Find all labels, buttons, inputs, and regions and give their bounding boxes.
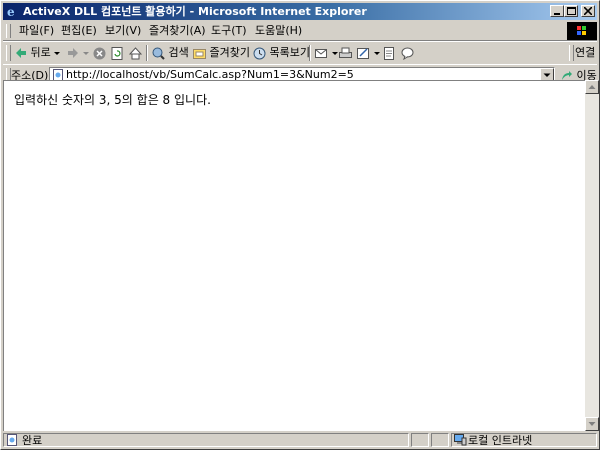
links-button[interactable]: 연결 — [575, 44, 595, 62]
maximize-button[interactable] — [564, 5, 578, 17]
links-grip — [569, 45, 574, 61]
history-label: 목록보기 — [269, 46, 310, 59]
forward-arrow-icon — [68, 48, 78, 58]
menu-bar: 파일(F) 편집(E) 보기(V) 즐겨찾기(A) 도구(T) 도움말(H) — [3, 22, 597, 41]
discuss-button[interactable] — [383, 44, 396, 62]
menu-tools[interactable]: 도구(T) — [209, 22, 249, 40]
menu-grip — [6, 24, 11, 38]
page-content: 입력하신 숫자의 3, 5의 합은 8 입니다. — [3, 80, 585, 431]
status-text: 완료 — [22, 434, 43, 447]
mail-button[interactable] — [315, 44, 338, 62]
ie-logo-icon: e — [7, 5, 15, 18]
back-arrow-icon — [16, 48, 26, 58]
browser-window: e ActiveX DLL 컴포넌트 활용하기 - Microsoft Inte… — [0, 0, 600, 450]
window-title: ActiveX DLL 컴포넌트 활용하기 - Microsoft Intern… — [23, 5, 367, 18]
favorites-label: 즐겨찾기 — [209, 46, 250, 59]
vertical-scrollbar[interactable] — [585, 80, 599, 431]
toolbar-separator — [146, 45, 148, 61]
maximize-icon — [567, 7, 576, 15]
search-button[interactable]: 검색 — [152, 44, 189, 62]
chevron-down-icon — [54, 52, 61, 55]
intranet-zone-icon — [454, 434, 467, 446]
windows-flag-icon — [577, 26, 586, 35]
discuss-icon — [384, 46, 394, 60]
favorites-button[interactable]: 즐겨찾기 — [193, 44, 250, 62]
back-button[interactable]: 뒤로 — [15, 44, 61, 62]
scroll-up-button[interactable] — [585, 80, 599, 94]
refresh-button[interactable] — [111, 44, 124, 62]
result-message: 입력하신 숫자의 3, 5의 합은 8 입니다. — [14, 93, 211, 107]
security-pane — [431, 433, 449, 447]
menu-view[interactable]: 보기(V) — [103, 22, 143, 40]
search-label: 검색 — [168, 46, 189, 59]
chevron-up-icon — [588, 85, 596, 89]
done-page-icon — [7, 434, 17, 446]
stop-button[interactable] — [93, 44, 106, 62]
windows-logo-throbber — [567, 22, 597, 40]
chevron-down-icon — [82, 52, 89, 55]
edit-icon — [357, 47, 369, 59]
menu-help[interactable]: 도움말(H) — [253, 22, 304, 40]
chevron-down-icon — [331, 52, 338, 55]
chevron-down-icon — [373, 52, 380, 55]
stop-icon — [93, 47, 106, 59]
scroll-down-button[interactable] — [585, 417, 599, 431]
printer-icon — [339, 47, 352, 58]
history-button[interactable]: 목록보기 — [253, 44, 310, 62]
mail-icon — [315, 48, 327, 58]
forward-button[interactable] — [67, 44, 89, 62]
standard-toolbar: 뒤로 검색 즐겨찾기 목록보기 연결 — [3, 41, 597, 65]
home-button[interactable] — [128, 44, 143, 62]
messenger-button[interactable] — [401, 44, 414, 62]
home-icon — [128, 46, 143, 59]
edit-button[interactable] — [357, 44, 380, 62]
search-globe-icon — [152, 47, 165, 60]
status-bar: 완료 로컬 인트라넷 — [3, 432, 597, 449]
toolbar-grip — [6, 45, 11, 61]
close-icon — [584, 7, 592, 15]
svg-text:e: e — [7, 5, 15, 18]
minimize-icon — [554, 13, 560, 15]
security-zone-text: 로컬 인트라넷 — [468, 434, 533, 447]
back-label: 뒤로 — [30, 46, 51, 59]
print-button[interactable] — [339, 44, 352, 62]
progress-pane — [411, 433, 429, 447]
menu-favorites[interactable]: 즐겨찾기(A) — [147, 22, 208, 40]
menu-file[interactable]: 파일(F) — [17, 22, 56, 40]
menu-edit[interactable]: 편집(E) — [59, 22, 99, 40]
toolbar-separator — [309, 45, 311, 61]
favorites-folder-icon — [193, 48, 206, 59]
chevron-down-icon — [588, 422, 596, 426]
zone-pane: 로컬 인트라넷 — [451, 433, 597, 447]
history-icon — [253, 47, 266, 59]
close-button[interactable] — [581, 5, 595, 17]
minimize-button[interactable] — [550, 5, 564, 17]
refresh-icon — [111, 46, 123, 60]
speech-bubble-icon — [401, 47, 414, 60]
title-bar: e ActiveX DLL 컴포넌트 활용하기 - Microsoft Inte… — [3, 3, 597, 20]
status-pane: 완료 — [3, 433, 409, 447]
